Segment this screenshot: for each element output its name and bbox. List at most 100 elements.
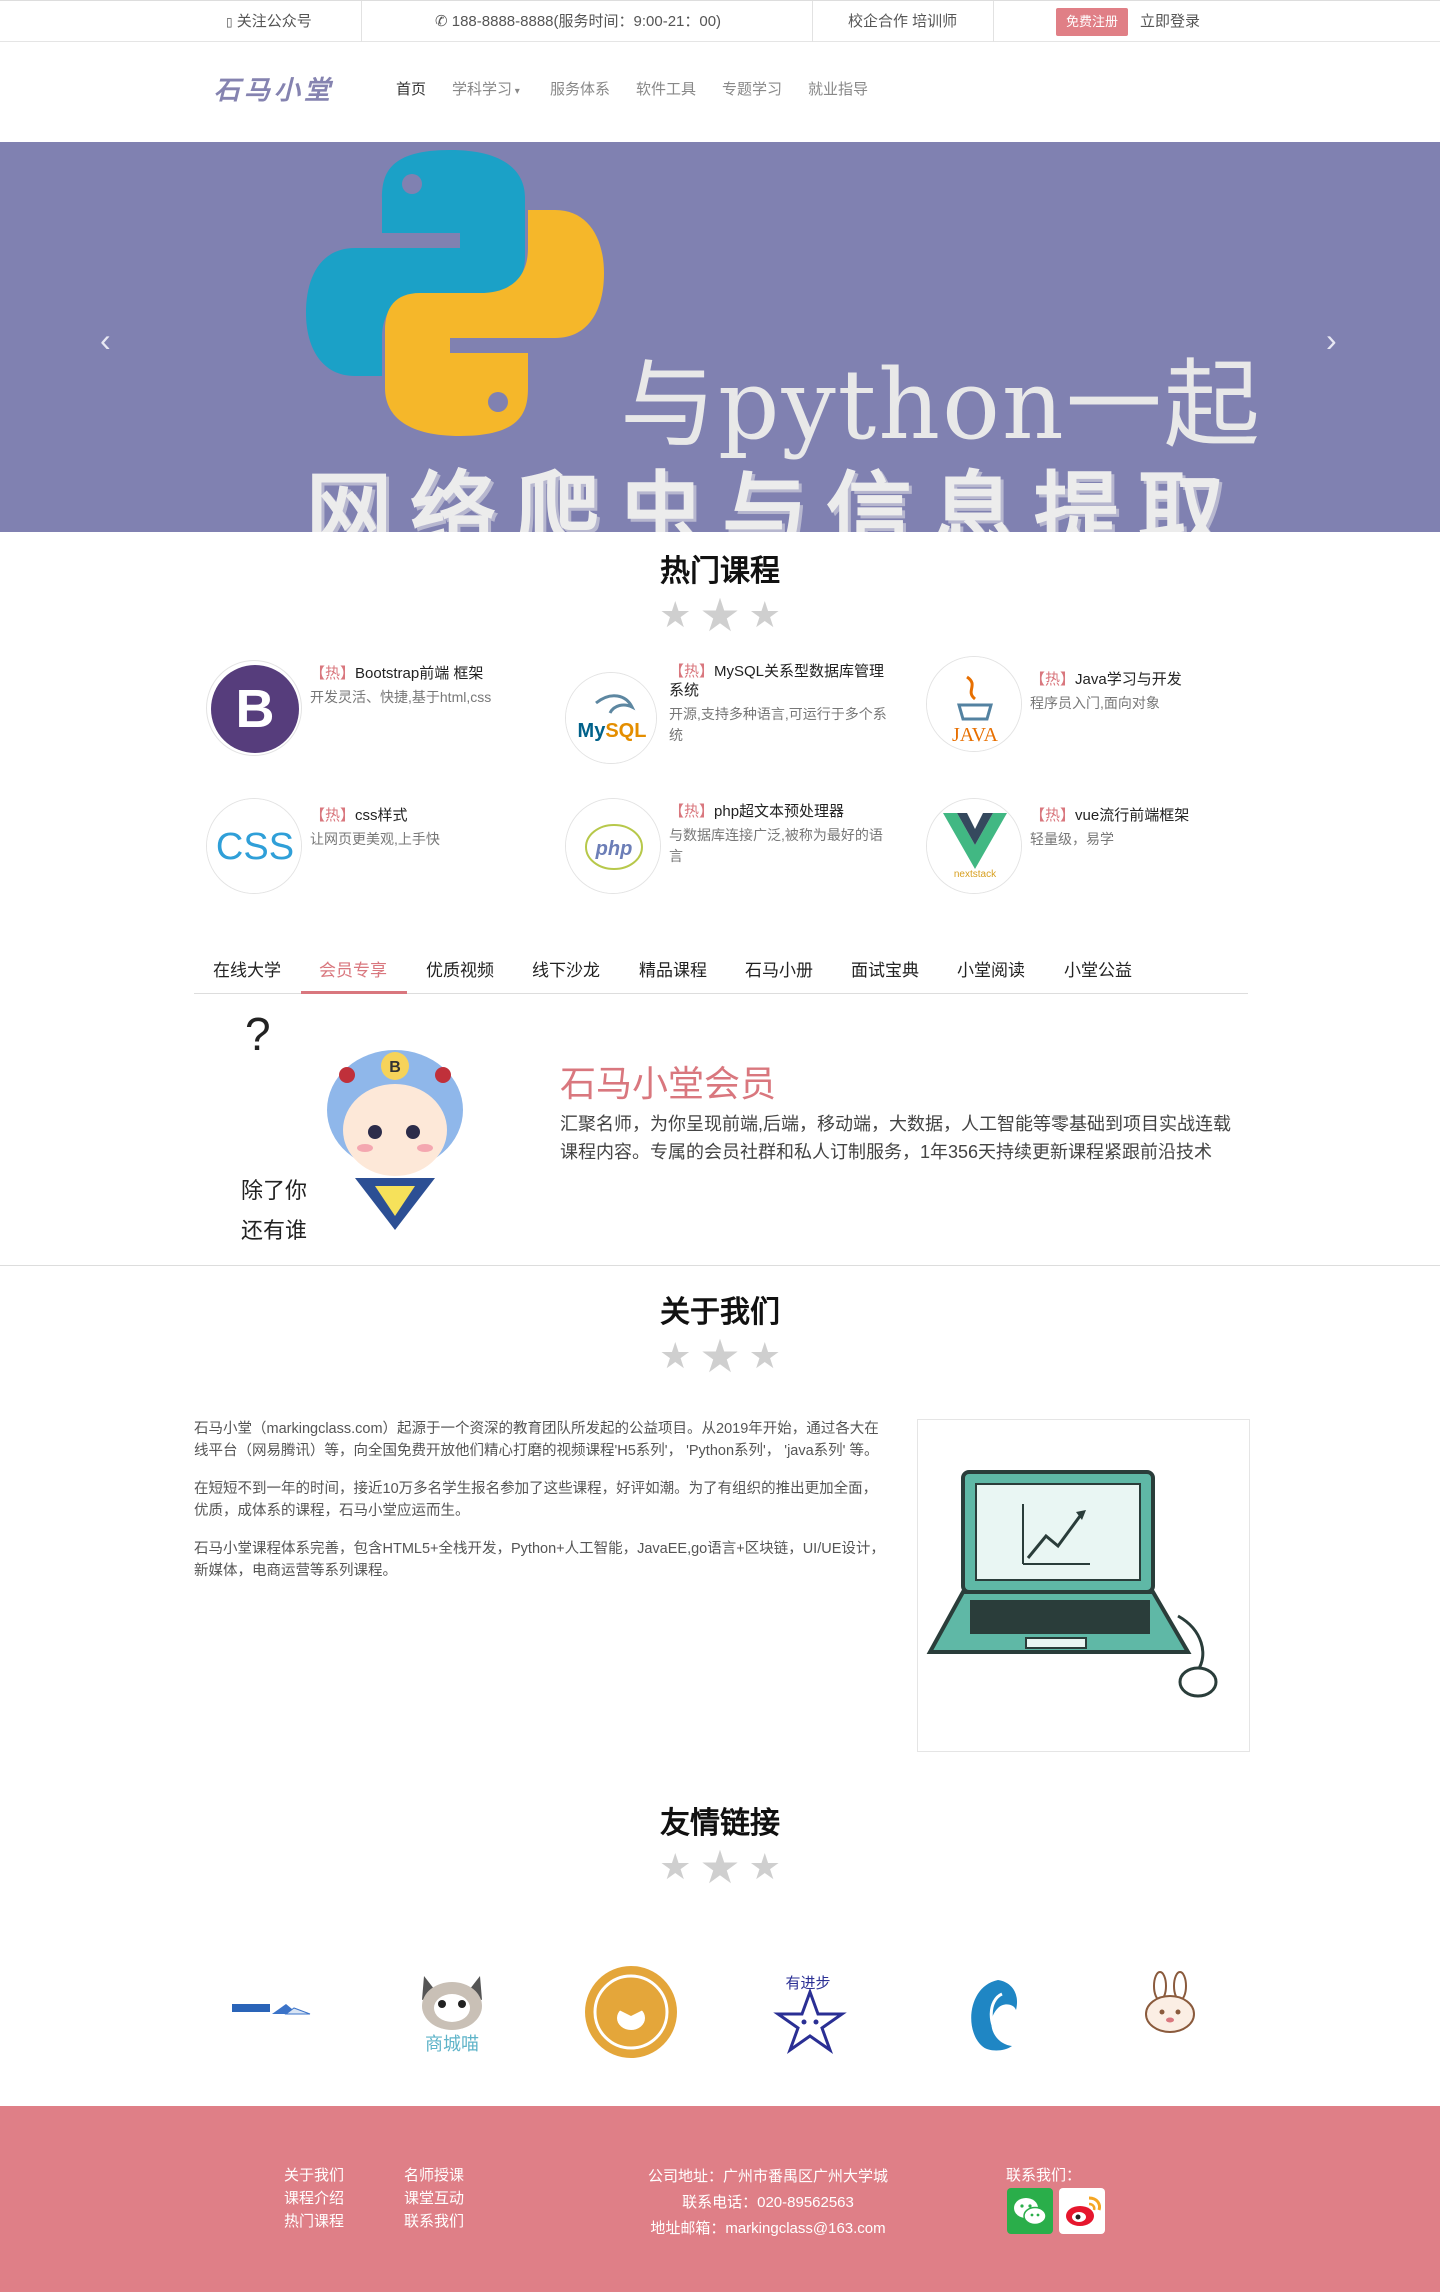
course-card[interactable]: php 【热】php超文本预处理器 与数据库连接广泛,被称为最好的语言: [565, 798, 895, 898]
star-icon: ★: [748, 594, 781, 635]
course-name-label: Java学习与开发: [1075, 671, 1182, 688]
tab-booklet[interactable]: 石马小册: [745, 956, 813, 981]
tab-salon[interactable]: 线下沙龙: [532, 956, 600, 981]
friend-link-dragon[interactable]: [583, 1964, 679, 2065]
cat-logo-text: 商城喵: [425, 2034, 479, 2055]
wechat-icon[interactable]: [1007, 2188, 1053, 2234]
section-stars: ★ ★ ★: [0, 1840, 1440, 1894]
footer-address: 公司地址：广州市番禺区广州大学城: [647, 2168, 888, 2185]
course-name-label: php超文本预处理器: [714, 803, 845, 820]
tab-charity[interactable]: 小堂公益: [1064, 956, 1132, 981]
mysql-icon: MySQL: [565, 672, 657, 764]
topbar-divider: [361, 1, 362, 42]
friend-link-logo-1[interactable]: [232, 2000, 312, 2025]
footer-email: 地址邮箱：markingclass@163.com: [650, 2220, 886, 2237]
footer-link[interactable]: 课堂互动: [404, 2187, 464, 2210]
php-icon: php: [565, 798, 661, 894]
friend-link-star[interactable]: 有进步: [770, 1970, 850, 2059]
banner-subheadline: 网络爬虫与信息提取: [306, 465, 1242, 532]
tab-courses[interactable]: 精品课程: [639, 956, 707, 981]
footer-link[interactable]: 关于我们: [284, 2164, 344, 2187]
course-name: 【热】Java学习与开发: [1030, 670, 1250, 689]
friend-link-rabbit[interactable]: [1140, 1970, 1200, 2039]
topbar-divider: [993, 1, 994, 42]
star-icon: ★: [699, 589, 741, 641]
course-name: 【热】vue流行前端框架: [1030, 806, 1250, 825]
course-card[interactable]: B 【热】Bootstrap前端 框架 开发灵活、快捷,基于html,css: [206, 660, 536, 760]
course-name-label: Bootstrap前端 框架: [355, 665, 484, 682]
about-paragraph: 石马小堂课程体系完善，包含HTML5+全栈开发，Python+人工智能，Java…: [194, 1541, 885, 1579]
hot-tag: 【热】: [669, 663, 715, 680]
footer-link[interactable]: 热门课程: [284, 2210, 344, 2233]
hot-tag: 【热】: [669, 803, 715, 820]
friend-link-cat[interactable]: 商城喵: [412, 1966, 492, 2063]
tab-interview[interactable]: 面试宝典: [851, 956, 919, 981]
footer-link[interactable]: 联系我们: [404, 2210, 464, 2233]
category-tabs: 在线大学 会员专享 优质视频 线下沙龙 精品课程 石马小册 面试宝典 小堂阅读 …: [194, 946, 1248, 994]
weibo-icon[interactable]: [1059, 2188, 1105, 2234]
course-card[interactable]: nextstack 【热】vue流行前端框架 轻量级，易学: [926, 798, 1256, 898]
friend-link-wave[interactable]: [958, 1970, 1028, 2059]
footer-links-col2: 名师授课 课堂互动 联系我们: [404, 2164, 464, 2233]
about-paragraph: 在短短不到一年的时间，接近10万多名学生报名参加了这些课程，好评如潮。为了有组织…: [194, 1481, 878, 1519]
java-icon: JAVA: [926, 656, 1022, 752]
site-logo[interactable]: 石马小堂: [214, 70, 334, 107]
nav-tools[interactable]: 软件工具: [636, 78, 696, 99]
nav-services[interactable]: 服务体系: [550, 78, 610, 99]
star-icon: ★: [748, 1846, 781, 1887]
tab-reading[interactable]: 小堂阅读: [957, 956, 1025, 981]
course-desc: 轻量级，易学: [1030, 831, 1114, 847]
hot-courses-title: 热门课程: [660, 555, 780, 588]
star-icon: ★: [699, 1330, 741, 1382]
course-name-label: css样式: [355, 807, 408, 824]
footer-contact-label: 联系我们：: [1006, 2167, 1082, 2184]
star-icon: ★: [659, 1846, 692, 1887]
carousel-next-icon[interactable]: ›: [1326, 322, 1337, 359]
friend-links: 商城喵 有进步: [0, 1960, 1440, 2060]
about-title: 关于我们: [660, 1296, 780, 1329]
star-logo-text: 有进步: [785, 1974, 830, 1992]
section-divider: [0, 1265, 1440, 1266]
sticker-text-line1: 除了你: [241, 1179, 307, 1204]
member-description: 汇聚名师，为你呈现前端,后端，移动端，大数据，人工智能等零基础到项目实战连载课程…: [560, 1114, 1231, 1162]
nav-subjects[interactable]: 学科学习 ▾: [452, 78, 520, 99]
course-card[interactable]: MySQL 【热】MySQL关系型数据库管理系统 开源,支持多种语言,可运行于多…: [565, 662, 895, 764]
course-desc: 让网页更美观,上手快: [310, 831, 440, 847]
follow-link[interactable]: ▯ 关注公众号: [226, 1, 312, 42]
svg-text:CSS: CSS: [216, 826, 294, 868]
tab-member[interactable]: 会员专享: [319, 956, 387, 981]
top-bar: ▯ 关注公众号 ✆ 188-8888-8888(服务时间：9:00-21：00)…: [0, 0, 1440, 42]
laptop-illustration: [917, 1419, 1250, 1752]
follow-label: 关注公众号: [236, 13, 312, 30]
cooperation-link[interactable]: 校企合作 培训师: [848, 1, 957, 42]
phone-icon: ✆: [435, 13, 448, 30]
nav-home[interactable]: 首页: [396, 78, 426, 99]
nav-career[interactable]: 就业指导: [808, 78, 868, 99]
svg-text:nextstack: nextstack: [954, 869, 997, 880]
carousel-prev-icon[interactable]: ‹: [100, 322, 111, 359]
hot-tag: 【热】: [310, 807, 356, 824]
course-card[interactable]: CSS 【热】css样式 让网页更美观,上手快: [206, 798, 536, 898]
login-link[interactable]: 立即登录: [1140, 1, 1200, 42]
register-button[interactable]: 免费注册: [1056, 8, 1128, 36]
tab-online-university[interactable]: 在线大学: [213, 956, 281, 981]
course-card[interactable]: JAVA 【热】Java学习与开发 程序员入门,面向对象: [926, 656, 1256, 756]
nav-topics[interactable]: 专题学习: [722, 78, 782, 99]
hot-tag: 【热】: [1030, 807, 1076, 824]
star-icon: ★: [699, 1841, 741, 1893]
tab-videos[interactable]: 优质视频: [426, 956, 494, 981]
course-name: 【热】MySQL关系型数据库管理系统: [669, 662, 889, 700]
friend-links-title: 友情链接: [660, 1807, 780, 1840]
hero-banner[interactable]: 与python一起 网络爬虫与信息提取 ‹ ›: [0, 142, 1440, 532]
section-stars: ★ ★ ★: [0, 1329, 1440, 1383]
svg-text:MySQL: MySQL: [578, 720, 647, 742]
sticker-badge: B: [389, 1059, 401, 1076]
sticker-text-line2: 还有谁: [241, 1219, 307, 1244]
member-sticker-image: ? B 除了你 还有谁: [225, 1000, 525, 1264]
footer-links-col1: 关于我们 课程介绍 热门课程: [284, 2164, 344, 2233]
footer-link[interactable]: 课程介绍: [284, 2187, 344, 2210]
footer-phone: 联系电话：020-89562563: [682, 2194, 854, 2211]
member-title: 石马小堂会员: [560, 1063, 777, 1104]
star-icon: ★: [659, 1335, 692, 1376]
footer-link[interactable]: 名师授课: [404, 2164, 464, 2187]
